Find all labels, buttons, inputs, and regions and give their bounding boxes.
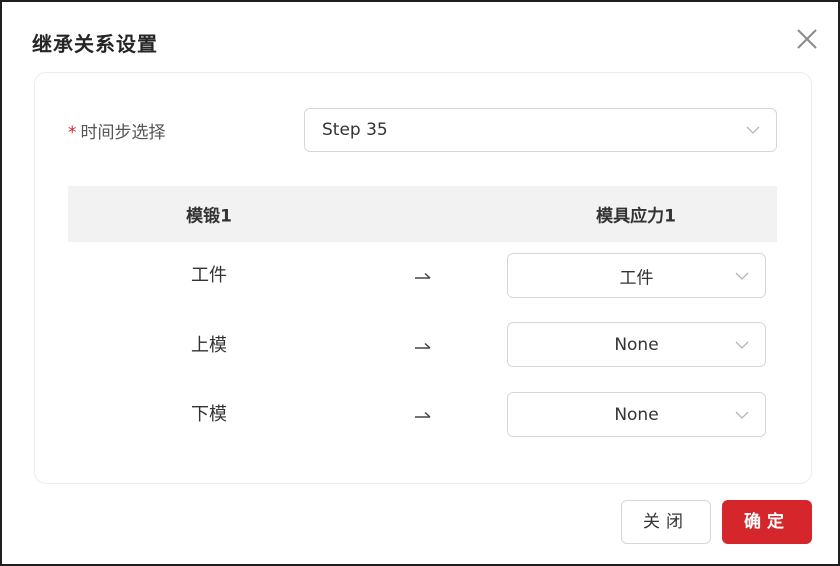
required-mark: * — [68, 123, 77, 143]
right-harpoon-icon — [415, 411, 431, 418]
chevron-down-icon — [735, 411, 749, 419]
column-header-target: 模具应力1 — [596, 206, 676, 227]
close-button[interactable]: 关闭 — [621, 500, 711, 544]
row-target-value: 工件 — [619, 268, 654, 288]
confirm-button[interactable]: 确定 — [722, 500, 812, 544]
close-icon[interactable] — [794, 26, 820, 52]
time-step-label-text: 时间步选择 — [80, 123, 166, 143]
row-target-select[interactable]: None — [507, 392, 766, 437]
row-target-select[interactable]: 工件 — [507, 253, 766, 298]
time-step-value: Step 35 — [322, 120, 388, 140]
row-source-label: 工件 — [191, 265, 227, 286]
row-source-label: 下模 — [191, 404, 227, 425]
chevron-down-icon — [746, 126, 760, 134]
right-harpoon-icon — [415, 342, 431, 349]
row-target-select[interactable]: None — [507, 322, 766, 367]
dialog-title: 继承关系设置 — [32, 32, 158, 56]
row-target-value: None — [614, 404, 659, 425]
row-source-label: 上模 — [191, 335, 227, 356]
mapping-table-header: 模锻1 模具应力1 — [68, 186, 777, 242]
row-target-value: None — [614, 334, 659, 355]
right-harpoon-icon — [415, 272, 431, 279]
chevron-down-icon — [735, 272, 749, 280]
time-step-label: * 时间步选择 — [68, 118, 166, 143]
time-step-select[interactable]: Step 35 — [304, 108, 777, 152]
column-header-source: 模锻1 — [186, 206, 232, 227]
inheritance-settings-dialog: 继承关系设置 * 时间步选择 Step 35 模锻1 模具应力1 工件 工件 上模… — [0, 0, 840, 566]
chevron-down-icon — [735, 341, 749, 349]
